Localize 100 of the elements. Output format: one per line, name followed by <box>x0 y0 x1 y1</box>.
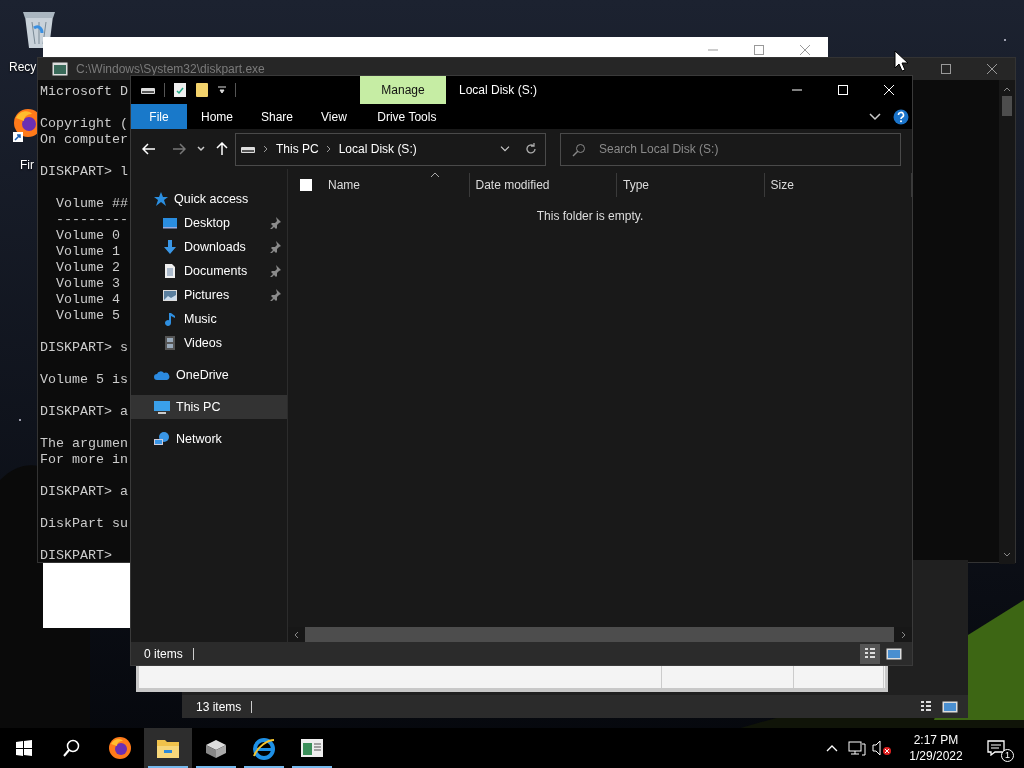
window-title: Local Disk (S:) <box>459 82 538 99</box>
empty-folder-message: This folder is empty. <box>535 208 645 225</box>
maximize-icon <box>754 45 764 55</box>
network-icon[interactable] <box>848 740 866 756</box>
column-header[interactable]: Size <box>764 173 912 197</box>
search-field[interactable]: Search Local Disk (S:) <box>560 132 901 166</box>
nav-item[interactable]: Videos <box>131 331 287 355</box>
details-view-button[interactable] <box>860 643 880 664</box>
music-icon <box>162 311 178 327</box>
window-icon <box>300 738 324 758</box>
clock[interactable]: 2:17 PM 1/29/2022 <box>896 732 976 764</box>
nav-item[interactable]: OneDrive <box>131 363 287 387</box>
status-text: 13 items <box>196 698 242 716</box>
close-icon <box>884 85 894 95</box>
details-icon <box>920 699 932 714</box>
console-line: Volume 0 <box>55 228 120 244</box>
nav-item[interactable]: Network <box>131 427 287 451</box>
up-arrow-icon <box>216 142 228 156</box>
caret-icon <box>197 146 205 152</box>
help-icon[interactable] <box>893 108 909 125</box>
nav-item[interactable]: This PC <box>131 395 287 419</box>
tiles-icon <box>942 699 958 714</box>
downloads-icon <box>162 239 178 255</box>
pin-icon[interactable] <box>269 289 281 301</box>
nav-item[interactable]: Documents <box>131 259 287 283</box>
ribbon-tab[interactable]: Home <box>187 104 247 129</box>
console-line: Volume 5 is <box>40 372 128 388</box>
scroll-down-icon[interactable] <box>1003 552 1011 558</box>
star-icon <box>153 191 169 207</box>
close-icon <box>987 64 997 74</box>
console-line: On computer <box>40 132 128 148</box>
desktop-icon-label[interactable]: Recy <box>9 58 37 76</box>
maximize-icon <box>941 64 951 74</box>
console-line: Volume ## <box>55 196 128 212</box>
close-icon <box>800 45 810 55</box>
documents-icon <box>162 263 178 279</box>
ribbon-tab[interactable]: Share <box>247 104 308 129</box>
console-line: DISKPART> <box>40 548 112 564</box>
ribbon-tab[interactable]: View <box>307 104 361 129</box>
console-line: Volume 1 <box>55 244 120 260</box>
scroll-up-icon[interactable] <box>1003 86 1011 92</box>
console-line: DISKPART> s <box>40 340 128 356</box>
scrollbar-thumb[interactable] <box>1002 96 1012 116</box>
nav-item[interactable]: Quick access <box>131 187 287 211</box>
scroll-right-icon[interactable] <box>901 630 907 639</box>
ribbon-tab[interactable]: Drive Tools <box>363 104 450 129</box>
details-icon <box>864 646 876 661</box>
breadcrumb[interactable]: Local Disk (S:) <box>334 140 421 158</box>
column-header[interactable]: Type <box>617 173 765 197</box>
context-tab-header[interactable]: Manage <box>360 76 446 104</box>
console-line: DISKPART> l <box>40 164 128 180</box>
console-line: DISKPART> a <box>40 484 128 500</box>
forward-arrow-icon <box>172 143 186 155</box>
notifications-button[interactable]: 1 <box>976 728 1016 768</box>
show-hidden-icons-icon[interactable] <box>826 744 838 752</box>
nav-item[interactable]: Desktop <box>131 211 287 235</box>
dropdown-icon[interactable] <box>500 145 510 153</box>
console-line: Volume 3 <box>55 276 120 292</box>
nav-item[interactable]: Downloads <box>131 235 287 259</box>
nav-item[interactable]: Pictures <box>131 283 287 307</box>
pin-icon[interactable] <box>269 241 281 253</box>
start-icon <box>16 740 32 756</box>
maximize-icon <box>838 85 848 95</box>
properties-icon[interactable] <box>173 82 187 98</box>
expand-ribbon-icon[interactable] <box>869 112 881 121</box>
scrollbar[interactable] <box>999 80 1015 564</box>
console-line: Microsoft D <box>40 84 128 100</box>
column-header[interactable]: Date modified <box>469 173 617 197</box>
select-all-checkbox[interactable] <box>300 179 312 191</box>
chevron-icon[interactable] <box>263 145 269 153</box>
console-line: The argumen <box>40 436 128 452</box>
firefox-icon <box>108 736 132 760</box>
tiles-icon <box>886 646 902 661</box>
pin-icon[interactable] <box>269 265 281 277</box>
file-menu-button[interactable]: File <box>131 104 187 129</box>
desktop-icon-label[interactable]: Fir <box>20 156 34 174</box>
console-line: Volume 5 <box>55 308 120 324</box>
volume-muted-icon[interactable] <box>872 740 892 756</box>
pin-icon[interactable] <box>269 217 281 229</box>
console-line: For more in <box>40 452 128 468</box>
pictures-icon <box>162 287 178 303</box>
status-text: 0 items <box>144 645 183 663</box>
notifications-icon <box>987 740 1005 756</box>
scroll-left-icon[interactable] <box>293 630 299 639</box>
network-icon <box>153 431 171 447</box>
address-bar[interactable]: This PC Local Disk (S:) <box>235 132 546 166</box>
breadcrumb[interactable]: This PC <box>272 140 323 158</box>
column-header[interactable]: Name <box>322 173 470 197</box>
console-line: DiskPart su <box>40 516 128 532</box>
taskbar-app-button[interactable] <box>144 728 192 768</box>
refresh-icon[interactable] <box>525 143 537 155</box>
folder-icon[interactable] <box>195 82 209 98</box>
console-icon <box>52 62 68 76</box>
drive-icon <box>204 737 228 759</box>
chevron-icon[interactable] <box>325 145 332 153</box>
nav-item[interactable]: Music <box>131 307 287 331</box>
console-line: DISKPART> a <box>40 404 128 420</box>
window-title: C:\Windows\System32\diskpart.exe <box>76 61 265 78</box>
customize-icon[interactable] <box>217 84 227 96</box>
notification-count: 1 <box>1001 749 1014 762</box>
